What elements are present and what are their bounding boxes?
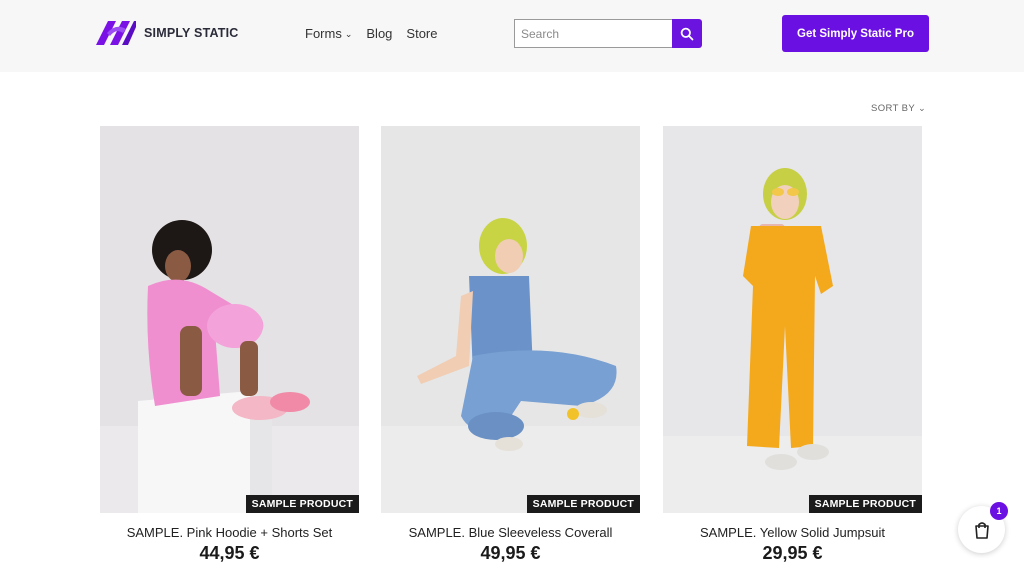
search-button[interactable] <box>672 19 702 48</box>
get-pro-button[interactable]: Get Simply Static Pro <box>782 15 929 52</box>
nav-item-label: Forms <box>305 26 342 41</box>
chevron-down-icon: ⌄ <box>344 29 353 39</box>
search-form <box>514 19 702 48</box>
product-card[interactable]: SAMPLE PRODUCT SAMPLE. Pink Hoodie + Sho… <box>100 126 359 564</box>
nav-item-blog[interactable]: Blog <box>366 26 392 41</box>
cart-count-badge: 1 <box>990 502 1008 520</box>
product-photo-pink-hoodie <box>100 126 359 513</box>
main-nav: Forms ⌄ Blog Store <box>305 26 438 41</box>
product-image[interactable]: SAMPLE PRODUCT <box>100 126 359 513</box>
nav-item-label: Store <box>406 26 438 41</box>
site-header: SIMPLY STATIC Forms ⌄ Blog Store Search … <box>0 0 1024 72</box>
product-card[interactable]: SAMPLE PRODUCT SAMPLE. Blue Sleeveless C… <box>381 126 640 564</box>
product-photo-blue-coverall <box>381 126 640 513</box>
product-price: 44,95 € <box>199 543 260 563</box>
nav-item-label: Blog <box>366 26 393 41</box>
shopping-bag-icon <box>974 521 989 539</box>
product-card[interactable]: SAMPLE PRODUCT SAMPLE. Yellow Solid Jump… <box>663 126 922 564</box>
sort-by-dropdown[interactable]: SORT BY ⌄ <box>871 103 926 114</box>
sample-product-badge: SAMPLE PRODUCT <box>245 495 359 513</box>
sort-by-label: SORT BY <box>871 103 916 114</box>
search-input[interactable] <box>514 19 672 48</box>
page: SIMPLY STATIC Forms ⌄ Blog Store Search … <box>0 0 1024 569</box>
nav-item-store[interactable]: Store <box>406 26 437 41</box>
product-name[interactable]: SAMPLE. Yellow Solid Jumpsuit <box>663 525 922 540</box>
brand-name: SIMPLY STATIC <box>144 26 239 40</box>
product-image[interactable]: SAMPLE PRODUCT <box>663 126 922 513</box>
search-icon <box>680 27 694 40</box>
chevron-down-icon: ⌄ <box>918 103 927 113</box>
product-price: 29,95 € <box>762 543 823 563</box>
product-name[interactable]: SAMPLE. Blue Sleeveless Coverall <box>381 525 640 540</box>
product-image[interactable]: SAMPLE PRODUCT <box>381 126 640 513</box>
sample-product-badge: SAMPLE PRODUCT <box>808 495 922 513</box>
site-logo[interactable]: SIMPLY STATIC <box>96 19 239 47</box>
nav-item-forms[interactable]: Forms ⌄ <box>305 26 352 41</box>
product-photo-yellow-jumpsuit <box>663 126 922 513</box>
sample-product-badge: SAMPLE PRODUCT <box>526 495 640 513</box>
simply-static-logo-icon <box>96 21 136 45</box>
product-name[interactable]: SAMPLE. Pink Hoodie + Shorts Set <box>100 525 359 540</box>
product-price: 49,95 € <box>480 543 541 563</box>
